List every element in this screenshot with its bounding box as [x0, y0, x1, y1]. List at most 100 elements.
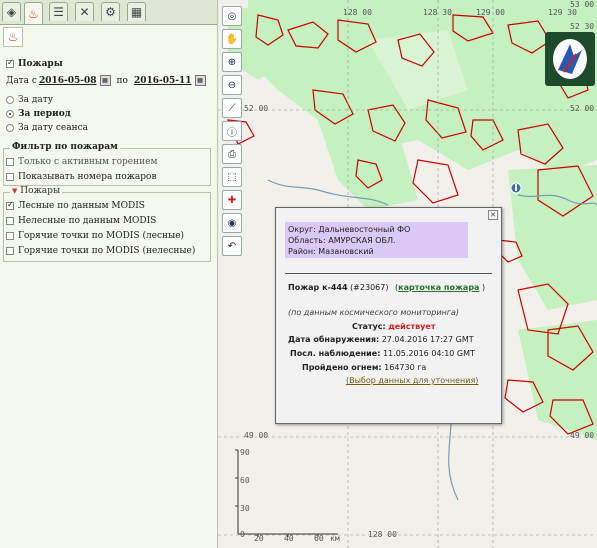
option-label: Лесные по данным MODIS — [18, 201, 145, 211]
zoom-out-button[interactable]: ⊖ — [222, 75, 242, 95]
option-checkbox[interactable] — [6, 232, 14, 240]
scale-tick: 0 — [240, 530, 245, 539]
calendar-icon[interactable]: ▦ — [194, 75, 206, 86]
close-icon[interactable]: ✕ — [488, 210, 498, 220]
radio-by-period[interactable]: За период — [6, 109, 71, 119]
collapse-icon[interactable]: ▼ — [12, 187, 17, 195]
tab-layers-icon[interactable]: ☰ — [49, 2, 68, 21]
globe-tool-button[interactable]: ◎ — [222, 6, 242, 26]
zoom-in-icon: ⊕ — [227, 56, 237, 68]
date-to-input[interactable]: 2016-05-11 — [134, 76, 192, 86]
source-note: (по данным космического мониторинга) — [288, 308, 459, 317]
scale-tick: 60 — [314, 534, 324, 543]
tab-gear-icon[interactable]: ⚙ — [101, 2, 120, 21]
fires-checkbox[interactable] — [6, 58, 14, 68]
calendar-icon[interactable]: ▦ — [99, 75, 111, 86]
gear-icon: ⚙ — [105, 5, 116, 19]
date-from-input[interactable]: 2016-05-08 — [39, 76, 97, 86]
burned-row: Пройдено огнем: 164730 га — [302, 363, 527, 372]
grid-label: 49 00 — [570, 431, 595, 440]
undo-icon: ↶ — [227, 240, 237, 252]
grid-label: 129 30 — [548, 8, 577, 17]
ruler-icon: ⟋ — [228, 102, 236, 114]
grid-label: 52 00 — [570, 104, 595, 113]
filter-title: Фильтр по пожарам — [10, 142, 120, 152]
marker-tool-button[interactable]: ✚ — [222, 190, 242, 210]
zoom-out-icon: ⊖ — [227, 79, 237, 91]
grid-label: 129 00 — [476, 8, 505, 17]
pan-tool-button[interactable]: ✋ — [222, 29, 242, 49]
grid-label: 52 30 — [570, 22, 595, 31]
info-icon: ⓘ — [227, 127, 237, 139]
tab-globe-icon[interactable]: ◈ — [2, 2, 21, 21]
tab-fire-icon[interactable]: ♨ — [24, 2, 43, 24]
zoom-in-button[interactable]: ⊕ — [222, 52, 242, 72]
radio-label: За дату — [18, 95, 54, 105]
fire-title-row: Пожар к-444 (#23067) (карточка пожара ) — [288, 282, 488, 294]
last-obs-value: 11.05.2016 04:10 GMT — [382, 349, 475, 358]
filter-checkbox[interactable] — [6, 173, 14, 181]
logo — [545, 32, 595, 86]
radio-button[interactable] — [6, 124, 14, 132]
filter-show-numbers[interactable]: Показывать номера пожаров — [6, 172, 157, 182]
tab-tools-icon[interactable]: ✕ — [75, 2, 94, 21]
option-checkbox[interactable] — [6, 247, 14, 255]
table-icon: ▦ — [130, 5, 143, 19]
fires-option-hotspots-nonforest[interactable]: Горячие точки по MODIS (нелесные) — [6, 246, 195, 256]
layers-icon: ◉ — [227, 217, 237, 229]
tab-table-icon[interactable]: ▦ — [127, 2, 146, 21]
option-checkbox[interactable] — [6, 217, 14, 225]
fires-toggle[interactable]: Пожары — [6, 58, 63, 69]
layers-tool-button[interactable]: ◉ — [222, 213, 242, 233]
grid-label: 128 30 — [423, 8, 452, 17]
print-tool-button[interactable]: ⎙ — [222, 144, 242, 164]
divider — [285, 273, 492, 274]
undo-button[interactable]: ↶ — [222, 236, 242, 256]
scale-tick: 40 — [284, 534, 294, 543]
radio-by-session[interactable]: За дату сеанса — [6, 123, 88, 133]
fires-option-nonforest[interactable]: Нелесные по данным MODIS — [6, 216, 156, 226]
left-panel: ◈ ♨ ☰ ✕ ⚙ ▦ ♨ Пожары Дата с 2016-05-08 ▦… — [0, 0, 218, 548]
fire-subtab[interactable]: ♨ — [3, 27, 23, 47]
globe-icon: ◎ — [227, 10, 237, 22]
refine-data-link[interactable]: (Выбор данных для уточнения) — [346, 376, 571, 385]
region-info: Округ: Дальневосточный ФО Область: АМУРС… — [285, 222, 468, 258]
filter-checkbox[interactable] — [6, 158, 14, 166]
option-checkbox[interactable] — [6, 200, 14, 210]
filter-label: Показывать номера пожаров — [18, 172, 157, 182]
fires-group-title: ▼ Пожары — [10, 186, 63, 196]
globe-icon: ◈ — [6, 5, 17, 19]
status-row: Статус: действует — [352, 322, 577, 331]
detected-value: 27.04.2016 17:27 GMT — [381, 335, 474, 344]
last-obs-row: Посл. наблюдение: 11.05.2016 04:10 GMT — [290, 349, 515, 358]
info-tool-button[interactable]: ⓘ — [222, 121, 242, 141]
last-obs-label: Посл. наблюдение: — [290, 349, 381, 358]
filter-active-only[interactable]: Только с активным горением — [6, 157, 157, 167]
radio-button[interactable] — [6, 110, 14, 118]
grid-label: 128 00 — [343, 8, 372, 17]
fires-option-hotspots-forest[interactable]: Горячие точки по MODIS (лесные) — [6, 231, 184, 241]
status-value: действует — [388, 322, 436, 331]
select-area-button[interactable]: ⬚ — [222, 167, 242, 187]
fire-icon: ♨ — [28, 6, 39, 21]
grid-label: 52 00 — [244, 104, 269, 113]
okrug-text: Округ: Дальневосточный ФО — [288, 225, 411, 234]
detected-label: Дата обнаружения: — [288, 335, 380, 344]
fires-option-forest[interactable]: Лесные по данным MODIS — [6, 200, 145, 211]
radio-label: За дату сеанса — [18, 123, 89, 133]
fires-label: Пожары — [18, 59, 63, 69]
print-icon: ⎙ — [228, 148, 236, 160]
filter-label: Только с активным горением — [18, 157, 158, 167]
burned-value: 164730 га — [384, 363, 427, 372]
map-view[interactable]: 128 00 128 30 129 00 129 30 53 00 52 30 … — [218, 0, 597, 548]
radio-button[interactable] — [6, 96, 14, 104]
radio-by-date[interactable]: За дату — [6, 95, 53, 105]
scale-tick: 90 — [240, 448, 250, 457]
fire-card-link[interactable]: карточка пожара — [398, 283, 479, 292]
grid-label: 53 00 — [570, 0, 595, 9]
option-label: Горячие точки по MODIS (лесные) — [18, 231, 185, 241]
ruler-tool-button[interactable]: ⟋ — [222, 98, 242, 118]
select-area-icon: ⬚ — [227, 171, 237, 183]
date-range: Дата с 2016-05-08 ▦ по 2016-05-11 ▦ — [6, 75, 206, 86]
status-label: Статус: — [352, 322, 386, 331]
